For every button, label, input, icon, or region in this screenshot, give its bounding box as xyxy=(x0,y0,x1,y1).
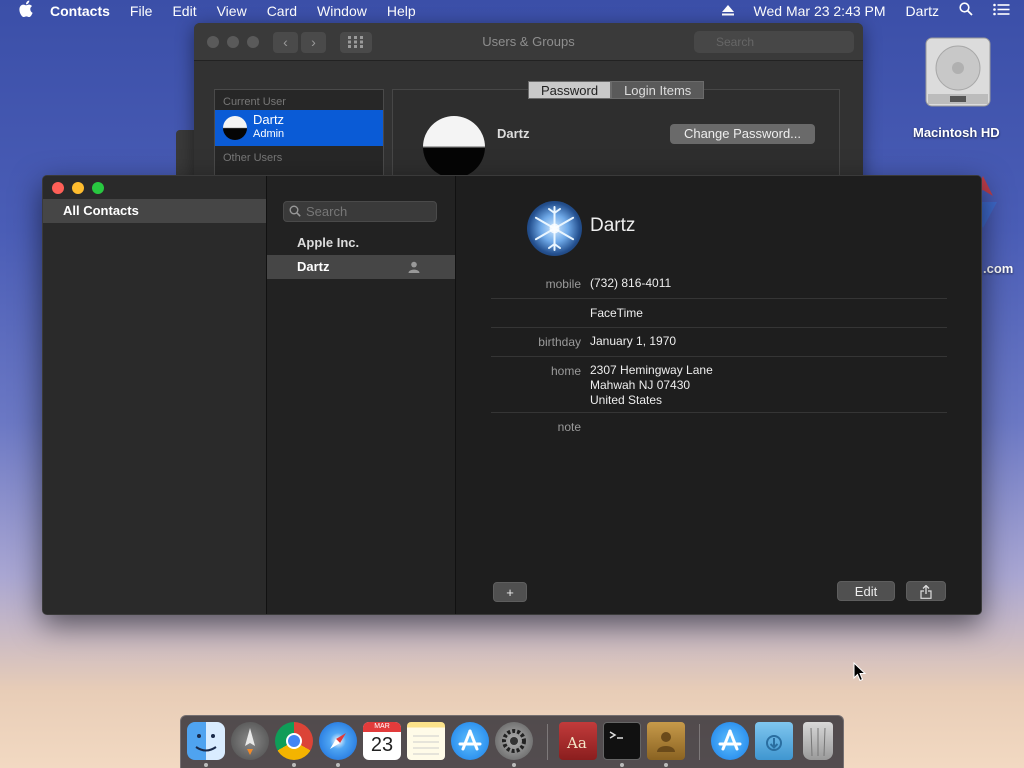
home-label: home xyxy=(550,364,581,378)
address-line-2[interactable]: Mahwah NJ 07430 xyxy=(590,378,690,393)
avatar xyxy=(223,116,247,140)
chrome-icon[interactable] xyxy=(275,722,313,760)
mouse-cursor-icon xyxy=(853,662,867,682)
menu-file[interactable]: File xyxy=(120,0,163,22)
system-preferences-icon[interactable] xyxy=(495,722,533,760)
safari-icon[interactable] xyxy=(319,722,357,760)
notes-icon[interactable] xyxy=(407,722,445,760)
birthday-label: birthday xyxy=(538,335,581,349)
group-all-contacts[interactable]: All Contacts xyxy=(43,199,266,223)
users-groups-titlebar: ‹ › Users & Groups Search xyxy=(194,23,863,61)
menu-window[interactable]: Window xyxy=(307,0,377,22)
close-button[interactable] xyxy=(52,182,64,194)
running-indicator xyxy=(204,763,208,767)
menu-help[interactable]: Help xyxy=(377,0,426,22)
contacts-list-pane: Search Apple Inc. Dartz xyxy=(267,176,456,614)
add-contact-button[interactable]: + xyxy=(493,582,527,602)
contacts-window: All Contacts Search Apple Inc. Dartz Dar… xyxy=(42,175,982,615)
divider xyxy=(491,298,947,299)
dock-divider xyxy=(699,724,700,760)
mobile-label: mobile xyxy=(545,277,581,291)
menu-view[interactable]: View xyxy=(207,0,257,22)
other-users-header: Other Users xyxy=(223,152,283,164)
app-store-downloads-icon[interactable] xyxy=(711,722,749,760)
change-password-button[interactable]: Change Password... xyxy=(670,124,815,144)
terminal-icon[interactable] xyxy=(603,722,641,760)
contact-row-dartz[interactable]: Dartz xyxy=(267,255,455,279)
contacts-search-input[interactable]: Search xyxy=(283,201,437,222)
menu-clock[interactable]: Wed Mar 23 2:43 PM xyxy=(744,0,896,22)
dock: MAR 23 Aa xyxy=(180,715,844,768)
eject-icon[interactable] xyxy=(712,0,744,22)
calendar-month: MAR xyxy=(363,722,401,732)
search-placeholder: Search xyxy=(306,204,348,219)
users-groups-window: ‹ › Users & Groups Search Current User D… xyxy=(194,23,863,193)
macintosh-hd-label[interactable]: Macintosh HD xyxy=(913,125,1000,140)
my-card-icon xyxy=(408,261,420,273)
menu-bar: Contacts File Edit View Card Window Help… xyxy=(0,0,1024,22)
contact-avatar[interactable] xyxy=(527,201,582,256)
snowflake-icon xyxy=(534,206,575,251)
dock-divider xyxy=(547,724,548,760)
finder-icon[interactable] xyxy=(187,722,225,760)
desktop-item-partial-label[interactable]: .com xyxy=(983,261,1013,276)
trash-icon[interactable] xyxy=(803,722,833,760)
tab-bar: Password Login Items xyxy=(528,81,705,99)
divider xyxy=(491,412,947,413)
search-icon xyxy=(289,205,301,217)
apple-menu-icon[interactable] xyxy=(0,0,40,23)
running-indicator xyxy=(336,763,340,767)
divider xyxy=(491,327,947,328)
note-label: note xyxy=(557,420,581,434)
menu-card[interactable]: Card xyxy=(257,0,307,22)
running-indicator xyxy=(620,763,624,767)
current-user-header: Current User xyxy=(223,96,286,108)
divider xyxy=(491,356,947,357)
facetime-link[interactable]: FaceTime xyxy=(590,306,643,321)
calendar-day: 23 xyxy=(370,734,394,756)
downloads-folder-icon[interactable] xyxy=(755,722,793,760)
dictionary-icon[interactable]: Aa xyxy=(559,722,597,760)
user-name: Dartz xyxy=(253,112,285,127)
tab-password[interactable]: Password xyxy=(528,81,612,99)
calendar-icon[interactable]: MAR 23 xyxy=(363,722,401,760)
macintosh-hd-icon[interactable] xyxy=(920,34,996,110)
contact-card: Dartz mobile (732) 816-4011 FaceTime bir… xyxy=(457,176,981,614)
zoom-button[interactable] xyxy=(92,182,104,194)
preferences-search-input[interactable]: Search xyxy=(694,31,854,53)
svg-text:Aa: Aa xyxy=(566,734,587,752)
address-line-3[interactable]: United States xyxy=(590,393,662,408)
share-icon xyxy=(920,584,932,599)
menu-edit[interactable]: Edit xyxy=(162,0,206,22)
app-store-icon[interactable] xyxy=(451,722,489,760)
running-indicator xyxy=(512,763,516,767)
tab-login-items[interactable]: Login Items xyxy=(611,81,705,99)
running-indicator xyxy=(664,763,668,767)
contact-row-apple-inc[interactable]: Apple Inc. xyxy=(267,231,455,255)
user-name-heading: Dartz xyxy=(497,126,530,141)
contacts-app-icon[interactable] xyxy=(647,722,685,760)
running-indicator xyxy=(292,763,296,767)
contact-name: Dartz xyxy=(297,259,330,274)
menu-app-name[interactable]: Contacts xyxy=(40,0,120,22)
user-avatar[interactable] xyxy=(423,116,485,178)
contact-name-heading[interactable]: Dartz xyxy=(590,215,635,237)
mobile-value[interactable]: (732) 816-4011 xyxy=(590,276,671,291)
birthday-value[interactable]: January 1, 1970 xyxy=(590,334,676,349)
notification-center-icon[interactable] xyxy=(983,0,1024,22)
spotlight-search-icon[interactable] xyxy=(949,0,983,22)
menu-user[interactable]: Dartz xyxy=(896,0,949,22)
minimize-button[interactable] xyxy=(72,182,84,194)
address-line-1[interactable]: 2307 Hemingway Lane xyxy=(590,363,713,378)
groups-sidebar: All Contacts xyxy=(43,176,267,614)
edit-button[interactable]: Edit xyxy=(837,581,895,601)
user-row-dartz[interactable]: Dartz Admin xyxy=(215,110,383,146)
user-role: Admin xyxy=(253,128,285,140)
share-button[interactable] xyxy=(906,581,946,601)
launchpad-icon[interactable] xyxy=(231,722,269,760)
